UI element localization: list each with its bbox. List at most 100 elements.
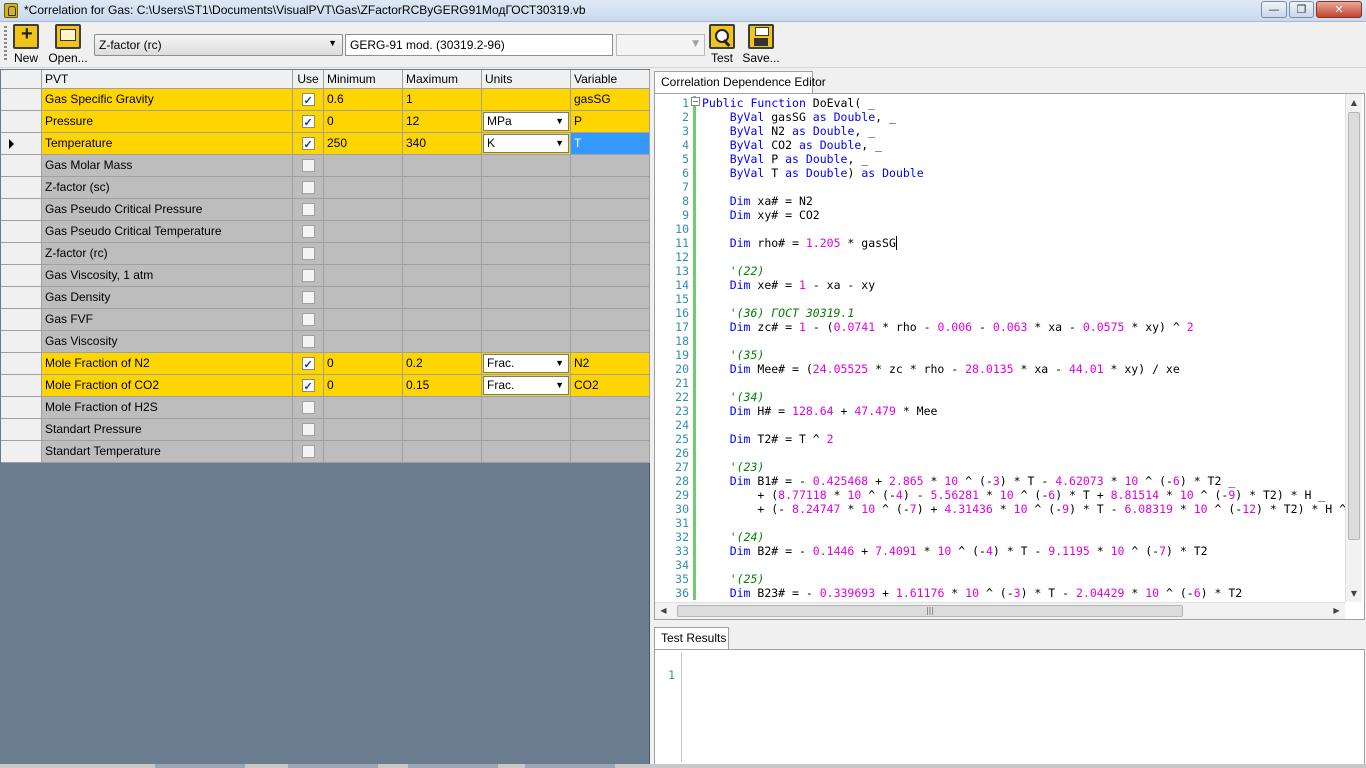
use-cell[interactable] (293, 155, 324, 176)
code-line[interactable]: 25 Dim T2# = T ^ 2 (655, 432, 1345, 446)
code-line[interactable]: 33 Dim B2# = - 0.1446 + 7.4091 * 10 ^ (-… (655, 544, 1345, 558)
correlation-type-select[interactable]: Z-factor (rc) ▼ (94, 34, 343, 56)
use-cell[interactable] (293, 221, 324, 242)
code-line[interactable]: 10 (655, 222, 1345, 236)
row-header[interactable] (1, 397, 42, 418)
pvt-name-cell[interactable]: Mole Fraction of H2S (42, 397, 293, 418)
column-header-minimum[interactable]: Minimum (324, 70, 403, 88)
open-button[interactable]: Open... (47, 24, 89, 65)
table-row[interactable]: Pressure 012 MPa ▼ P (1, 111, 650, 133)
maximum-cell[interactable] (403, 441, 482, 462)
scroll-up-icon[interactable]: ▲ (1346, 94, 1362, 111)
use-cell[interactable] (293, 331, 324, 352)
code-line[interactable]: 23 Dim H# = 128.64 + 47.479 * Mee (655, 404, 1345, 418)
maximum-cell[interactable] (403, 331, 482, 352)
minimum-cell[interactable] (324, 441, 403, 462)
minimum-cell[interactable] (324, 287, 403, 308)
horizontal-scrollbar[interactable]: ◀ ||| ▶ (655, 602, 1345, 619)
scroll-down-icon[interactable]: ▼ (1346, 585, 1362, 602)
table-row[interactable]: Z-factor (rc) (1, 243, 650, 265)
code-text[interactable]: Dim B23# = - 0.339693 + 1.61176 * 10 ^ (… (702, 586, 1242, 600)
minimum-cell[interactable] (324, 221, 403, 242)
pvt-name-cell[interactable]: Standart Temperature (42, 441, 293, 462)
use-checkbox[interactable] (301, 335, 315, 348)
method-name-input[interactable]: GERG-91 mod. (30319.2-96) (345, 34, 613, 56)
minimum-cell[interactable] (324, 397, 403, 418)
code-line[interactable]: 22 '(34) (655, 390, 1345, 404)
variable-cell[interactable]: P (571, 111, 650, 132)
code-text[interactable]: ByVal gasSG as Double, _ (702, 110, 896, 124)
pvt-name-cell[interactable]: Pressure (42, 111, 293, 132)
units-cell[interactable] (482, 419, 571, 440)
scroll-left-icon[interactable]: ◀ (655, 603, 672, 619)
table-row[interactable]: Gas Pseudo Critical Pressure (1, 199, 650, 221)
units-select[interactable]: Frac. ▼ (483, 376, 569, 395)
horizontal-scroll-thumb[interactable]: ||| (677, 605, 1183, 617)
code-line[interactable]: 8 Dim xa# = N2 (655, 194, 1345, 208)
table-row[interactable]: Z-factor (sc) (1, 177, 650, 199)
maximum-cell[interactable] (403, 265, 482, 286)
code-line[interactable]: 27 '(23) (655, 460, 1345, 474)
units-select[interactable]: Frac. ▼ (483, 354, 569, 373)
tab-correlation-editor[interactable]: Correlation Dependence Editor (654, 71, 826, 93)
use-cell[interactable] (293, 441, 324, 462)
maximum-cell[interactable] (403, 199, 482, 220)
code-text[interactable]: ByVal P as Double, _ (702, 152, 869, 166)
units-cell[interactable] (482, 397, 571, 418)
code-text[interactable]: Dim B2# = - 0.1446 + 7.4091 * 10 ^ (-4) … (702, 544, 1208, 558)
pvt-name-cell[interactable]: Standart Pressure (42, 419, 293, 440)
test-results-output[interactable]: 1 (654, 649, 1365, 768)
use-cell[interactable] (293, 353, 324, 374)
code-text[interactable]: '(36) ГОСТ 30319.1 (702, 306, 855, 320)
code-text[interactable]: '(22) (702, 264, 765, 278)
row-header[interactable] (1, 221, 42, 242)
close-button[interactable]: ✕ (1316, 1, 1362, 18)
row-header[interactable] (1, 375, 42, 396)
pvt-name-cell[interactable]: Gas Specific Gravity (42, 89, 293, 110)
code-text[interactable]: + (8.77118 * 10 ^ (-4) - 5.56281 * 10 ^ … (702, 488, 1325, 502)
maximum-cell[interactable] (403, 221, 482, 242)
use-cell[interactable] (293, 111, 324, 132)
pvt-name-cell[interactable]: Temperature (42, 133, 293, 154)
code-text[interactable]: Dim xe# = 1 - xa - xy (702, 278, 875, 292)
units-cell[interactable] (482, 89, 571, 110)
code-line[interactable]: 12 (655, 250, 1345, 264)
code-text[interactable]: Dim Mee# = (24.05525 * zc * rho - 28.013… (702, 362, 1180, 376)
use-cell[interactable] (293, 243, 324, 264)
variable-cell[interactable] (571, 177, 650, 198)
variable-cell[interactable] (571, 265, 650, 286)
row-header[interactable] (1, 89, 42, 110)
table-row[interactable]: Gas FVF (1, 309, 650, 331)
variable-cell[interactable] (571, 221, 650, 242)
row-header[interactable] (1, 419, 42, 440)
use-checkbox[interactable] (301, 313, 315, 326)
table-row[interactable]: Standart Temperature (1, 441, 650, 463)
taskbar-item[interactable] (288, 764, 378, 768)
pvt-name-cell[interactable]: Mole Fraction of N2 (42, 353, 293, 374)
code-line[interactable]: 36 Dim B23# = - 0.339693 + 1.61176 * 10 … (655, 586, 1345, 600)
code-area[interactable]: 1 Public Function DoEval( _ 2 ByVal gasSG … (655, 96, 1345, 602)
minimum-cell[interactable] (324, 331, 403, 352)
code-text[interactable]: Public Function DoEval( _ (702, 96, 875, 110)
test-button[interactable]: Test (708, 24, 736, 65)
minimum-cell[interactable] (324, 309, 403, 330)
toolbar-grip-icon[interactable] (4, 26, 7, 62)
use-checkbox[interactable] (301, 423, 315, 436)
row-header[interactable] (1, 441, 42, 462)
maximum-cell[interactable] (403, 287, 482, 308)
code-text[interactable]: ByVal T as Double) as Double (702, 166, 924, 180)
minimum-cell[interactable] (324, 155, 403, 176)
column-header-maximum[interactable]: Maximum (403, 70, 482, 88)
code-text[interactable]: Dim H# = 128.64 + 47.479 * Mee (702, 404, 938, 418)
extra-select[interactable]: ▼ (616, 34, 705, 56)
code-text[interactable]: Dim B1# = - 0.425468 + 2.865 * 10 ^ (-3)… (702, 474, 1236, 488)
code-text[interactable]: '(23) (702, 460, 765, 474)
code-line[interactable]: 28 Dim B1# = - 0.425468 + 2.865 * 10 ^ (… (655, 474, 1345, 488)
units-cell[interactable] (482, 221, 571, 242)
use-cell[interactable] (293, 265, 324, 286)
units-cell[interactable] (482, 441, 571, 462)
code-line[interactable]: 26 (655, 446, 1345, 460)
use-cell[interactable] (293, 133, 324, 154)
use-checkbox[interactable] (301, 181, 315, 194)
units-cell[interactable] (482, 155, 571, 176)
